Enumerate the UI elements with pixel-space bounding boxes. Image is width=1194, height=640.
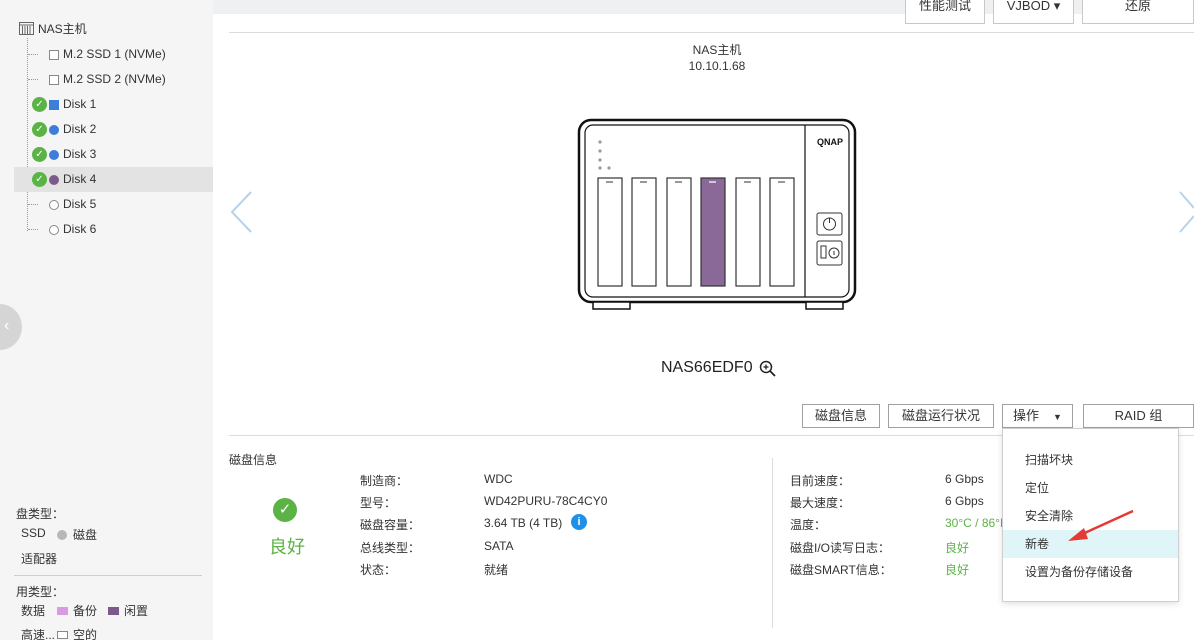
nas-ip: 10.10.1.68 [688,59,746,73]
sidebar-item-disk-3[interactable]: ✓ Disk 3 [14,142,213,167]
annotation-arrow-icon [1068,509,1134,541]
legend-ssd: SSD [21,526,46,540]
disk-info-button[interactable]: 磁盘信息 [802,404,880,428]
usage-type-legend-title: 用类型： [16,585,65,599]
info-key: 目前速度： [790,474,851,488]
nas-device-illustration: QNAP [577,118,857,310]
nas-brand-logo: QNAP [817,137,843,147]
info-key: 磁盘SMART信息： [790,563,892,577]
menu-item-locate[interactable]: 定位 [1003,474,1178,502]
info-value: 6 Gbps [945,472,984,486]
legend-backup: 备份 [57,602,97,619]
drive-bay-3 [666,177,692,287]
info-key: 型号： [360,496,397,510]
nas-host-icon [19,21,34,35]
info-value-temperature: 30°C / 86°F [945,516,1008,530]
info-key: 温度： [790,518,827,532]
empty-slot-icon [49,50,59,60]
info-value: 3.64 TB (4 TB) [484,516,563,530]
info-value-io-log: 良好 [945,541,970,555]
disk-status-text: 良好 [269,537,305,557]
menu-item-scan-bad-blocks[interactable]: 扫描坏块 [1003,446,1178,474]
vjbod-button[interactable]: VJBOD ▾ [993,0,1074,24]
sidebar: NAS主机 M.2 SSD 1 (NVMe) M.2 SSD 2 (NVMe) … [0,0,213,640]
disk-health-button[interactable]: 磁盘运行状况 [888,404,994,428]
legend-data: 数据 [21,604,46,618]
info-value: WDC [484,472,513,486]
info-value: 就绪 [484,563,509,577]
info-value: WD42PURU-78C4CY0 [484,494,608,508]
tree-root-nas[interactable]: NAS主机 [19,18,87,38]
header-divider [229,32,1194,33]
empty-swatch-icon [57,630,68,639]
performance-test-button[interactable]: 性能测试 [905,0,985,24]
info-key: 制造商： [360,474,409,488]
info-key: 磁盘容量： [360,518,421,532]
nas-header: NAS主机 10.10.1.68 [617,42,817,74]
zoom-in-icon[interactable] [759,360,776,377]
legend-divider [14,575,202,576]
legend-hdd: 磁盘 [57,526,97,543]
disk-info-section-title: 磁盘信息 [229,453,278,467]
sidebar-item-disk-6[interactable]: Disk 6 [14,217,213,242]
disk-type-legend-title: 盘类型： [16,507,65,521]
sidebar-item-disk-4[interactable]: ✓ Disk 4 [14,167,213,192]
sidebar-item-m2-ssd-1[interactable]: M.2 SSD 1 (NVMe) [14,42,213,67]
ssd-type-icon [49,100,59,110]
drive-bay-4-selected [700,177,726,287]
info-value-smart: 良好 [945,563,970,577]
idle-swatch-icon [108,606,119,615]
info-key: 磁盘I/O读写日志： [790,541,891,555]
device-name: NAS66EDF0 [661,359,776,377]
info-key: 状态： [360,563,397,577]
drive-bay-2 [631,177,657,287]
info-icon[interactable]: i [571,514,587,530]
empty-slot-icon [49,75,59,85]
drive-bay-1 [597,177,623,287]
legend-adapter: 适配器 [21,552,58,566]
drive-bay-6 [769,177,795,287]
check-icon: ✓ [32,97,47,112]
drive-bay-5 [735,177,761,287]
empty-disk-icon [49,225,59,235]
sidebar-item-disk-2[interactable]: ✓ Disk 2 [14,117,213,142]
restore-button[interactable]: 还原 [1082,0,1194,24]
sidebar-item-disk-5[interactable]: Disk 5 [14,192,213,217]
operation-dropdown-button[interactable]: 操作 ▼ [1002,404,1073,428]
menu-item-set-backup-storage[interactable]: 设置为备份存储设备 [1003,558,1178,586]
backup-swatch-icon [57,606,68,615]
previous-arrow-icon[interactable] [229,190,255,234]
info-value: SATA [484,539,514,553]
check-icon: ✓ [32,172,47,187]
raid-group-button[interactable]: RAID 组 [1083,404,1194,428]
hdd-dot-icon [57,529,67,540]
status-ok-icon: ✓ [273,498,297,522]
info-key: 总线类型： [360,541,421,555]
caret-down-icon: ▼ [1053,412,1062,422]
nas-title: NAS主机 [692,43,742,57]
next-arrow-icon[interactable] [1178,190,1194,234]
sidebar-item-m2-ssd-2[interactable]: M.2 SSD 2 (NVMe) [14,67,213,92]
empty-disk-icon [49,200,59,210]
legend-idle: 闲置 [108,602,148,619]
check-icon: ✓ [32,147,47,162]
info-key: 最大速度： [790,496,851,510]
legend-empty: 空的 [57,626,97,640]
collapse-sidebar-button[interactable]: ‹ [0,304,22,350]
data-disk-icon [49,150,59,160]
data-disk-icon [49,125,59,135]
sidebar-item-disk-1[interactable]: ✓ Disk 1 [14,92,213,117]
info-value: 6 Gbps [945,494,984,508]
idle-disk-icon [49,175,59,185]
tree-root-label: NAS主机 [38,21,87,36]
column-divider [772,458,773,628]
chevron-left-icon: ‹ [4,317,10,334]
check-icon: ✓ [32,122,47,137]
legend-cache: 高速... [21,628,56,640]
